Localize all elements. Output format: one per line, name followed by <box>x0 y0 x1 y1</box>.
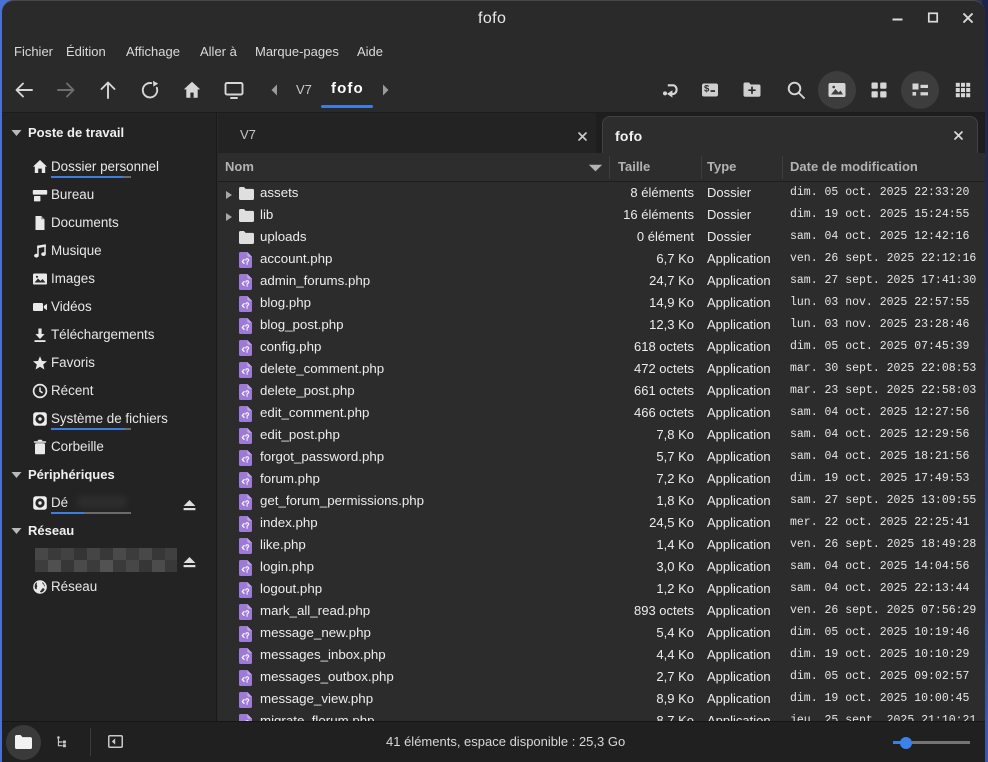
svg-text:$: $ <box>704 84 710 95</box>
